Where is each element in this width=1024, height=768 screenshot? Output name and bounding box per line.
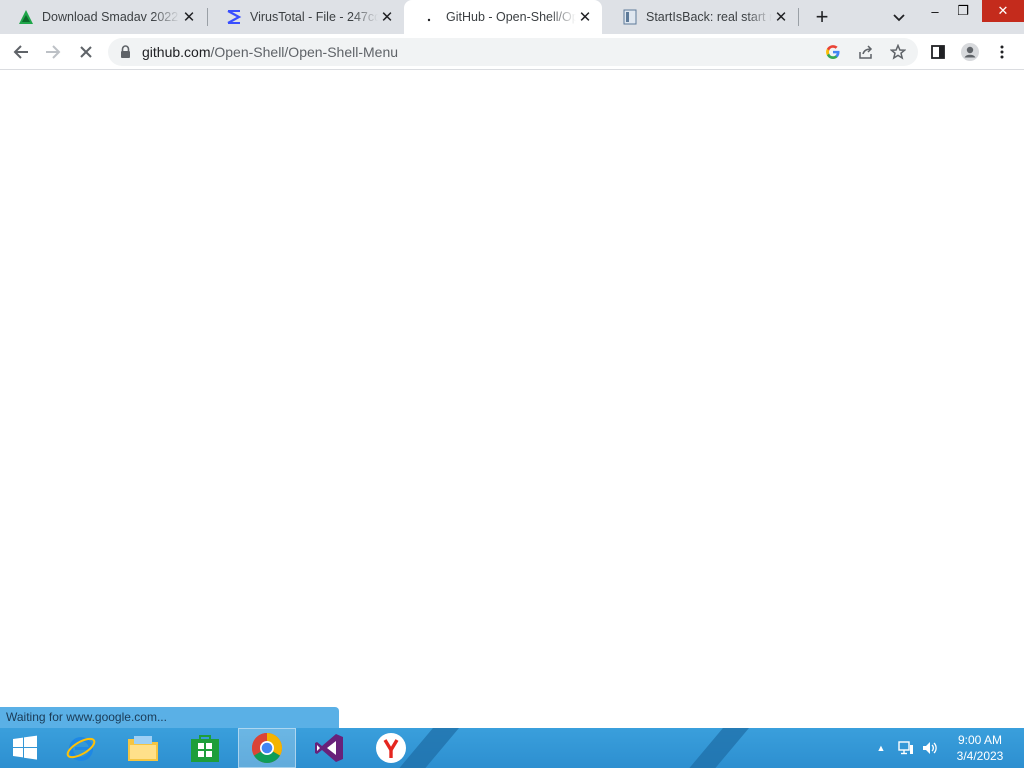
taskbar: ▲ 9:00 AM 3/4/2023 (0, 728, 1024, 768)
store-icon (191, 735, 219, 762)
bookmark-button[interactable] (885, 39, 911, 65)
taskbar-internet-explorer[interactable] (52, 728, 110, 768)
file-explorer-icon (128, 736, 158, 761)
side-panel-button[interactable] (925, 39, 951, 65)
taskbar-store[interactable] (176, 728, 234, 768)
start-button[interactable] (0, 728, 50, 768)
url-text[interactable]: github.com/Open-Shell/Open-Shell-Menu (142, 44, 398, 60)
volume-icon[interactable] (920, 728, 940, 768)
address-bar[interactable]: github.com/Open-Shell/Open-Shell-Menu (108, 38, 918, 66)
avatar-icon (961, 43, 979, 61)
tab-startisback[interactable]: StartIsBack: real start menu ✕ (604, 0, 798, 34)
internet-explorer-icon (66, 737, 96, 761)
status-bubble: Waiting for www.google.com... (0, 707, 339, 728)
tab-smadav[interactable]: Download Smadav 2022 Rev. 15.0 ✕ (0, 0, 206, 34)
network-icon[interactable] (896, 728, 916, 768)
clock-time: 9:00 AM (957, 733, 1003, 747)
show-hidden-icons-button[interactable]: ▲ (874, 728, 888, 768)
loading-spinner-icon (422, 9, 438, 25)
page-content (0, 71, 1024, 728)
lock-icon[interactable] (120, 45, 131, 64)
visual-studio-icon (315, 734, 343, 762)
taskbar-yandex[interactable] (362, 728, 420, 768)
window-close-button[interactable]: ✕ (982, 0, 1024, 22)
chrome-icon (251, 733, 283, 764)
url-path: /Open-Shell/Open-Shell-Menu (210, 44, 399, 60)
side-panel-icon (931, 45, 945, 59)
start-icon (13, 735, 37, 760)
google-icon (826, 45, 840, 59)
yandex-icon (376, 733, 406, 763)
tab-github[interactable]: GitHub - Open-Shell/Open-Shell-Menu ✕ (404, 0, 602, 34)
new-tab-button[interactable]: + (810, 4, 834, 29)
smadav-icon (18, 9, 34, 25)
stop-loading-button[interactable] (73, 39, 99, 65)
taskbar-chrome[interactable] (238, 728, 296, 768)
google-lens-button[interactable] (820, 39, 846, 65)
tab-title: VirusTotal - File - 247cd7e (250, 10, 378, 24)
taskbar-visual-studio[interactable] (300, 728, 358, 768)
chevron-down-icon (893, 14, 905, 22)
virustotal-icon (226, 9, 242, 25)
tab-separator (798, 8, 799, 26)
url-host: github.com (142, 44, 211, 60)
tab-virustotal[interactable]: VirusTotal - File - 247cd7e ✕ (208, 0, 404, 34)
share-icon (859, 45, 873, 59)
browser-toolbar: github.com/Open-Shell/Open-Shell-Menu (0, 34, 1024, 70)
back-button[interactable] (8, 39, 34, 65)
startisback-icon (622, 9, 638, 25)
forward-arrow-icon (46, 45, 61, 59)
tab-search-button[interactable] (888, 6, 910, 28)
tab-title: StartIsBack: real start menu (646, 10, 772, 24)
clock-date: 3/4/2023 (956, 749, 1004, 763)
restore-button[interactable]: ❐ (946, 0, 980, 22)
tab-strip: Download Smadav 2022 Rev. 15.0 ✕ VirusTo… (0, 0, 1024, 34)
close-tab-icon[interactable]: ✕ (576, 8, 594, 26)
menu-button[interactable] (989, 39, 1015, 65)
close-tab-icon[interactable]: ✕ (378, 8, 396, 26)
close-tab-icon[interactable]: ✕ (772, 8, 790, 26)
taskbar-file-explorer[interactable] (114, 728, 172, 768)
taskbar-decoration (672, 728, 758, 768)
stop-x-icon (80, 46, 92, 58)
close-tab-icon[interactable]: ✕ (180, 8, 198, 26)
profile-button[interactable] (957, 39, 983, 65)
tab-title: GitHub - Open-Shell/Open-Shell-Menu (446, 10, 576, 24)
share-button[interactable] (853, 39, 879, 65)
star-icon (890, 44, 906, 60)
kebab-menu-icon (1000, 45, 1004, 59)
taskbar-clock[interactable]: 9:00 AM 3/4/2023 (944, 732, 1016, 764)
forward-button[interactable] (40, 39, 66, 65)
back-arrow-icon (13, 45, 28, 59)
tab-title: Download Smadav 2022 Rev. 15.0 (42, 10, 180, 24)
